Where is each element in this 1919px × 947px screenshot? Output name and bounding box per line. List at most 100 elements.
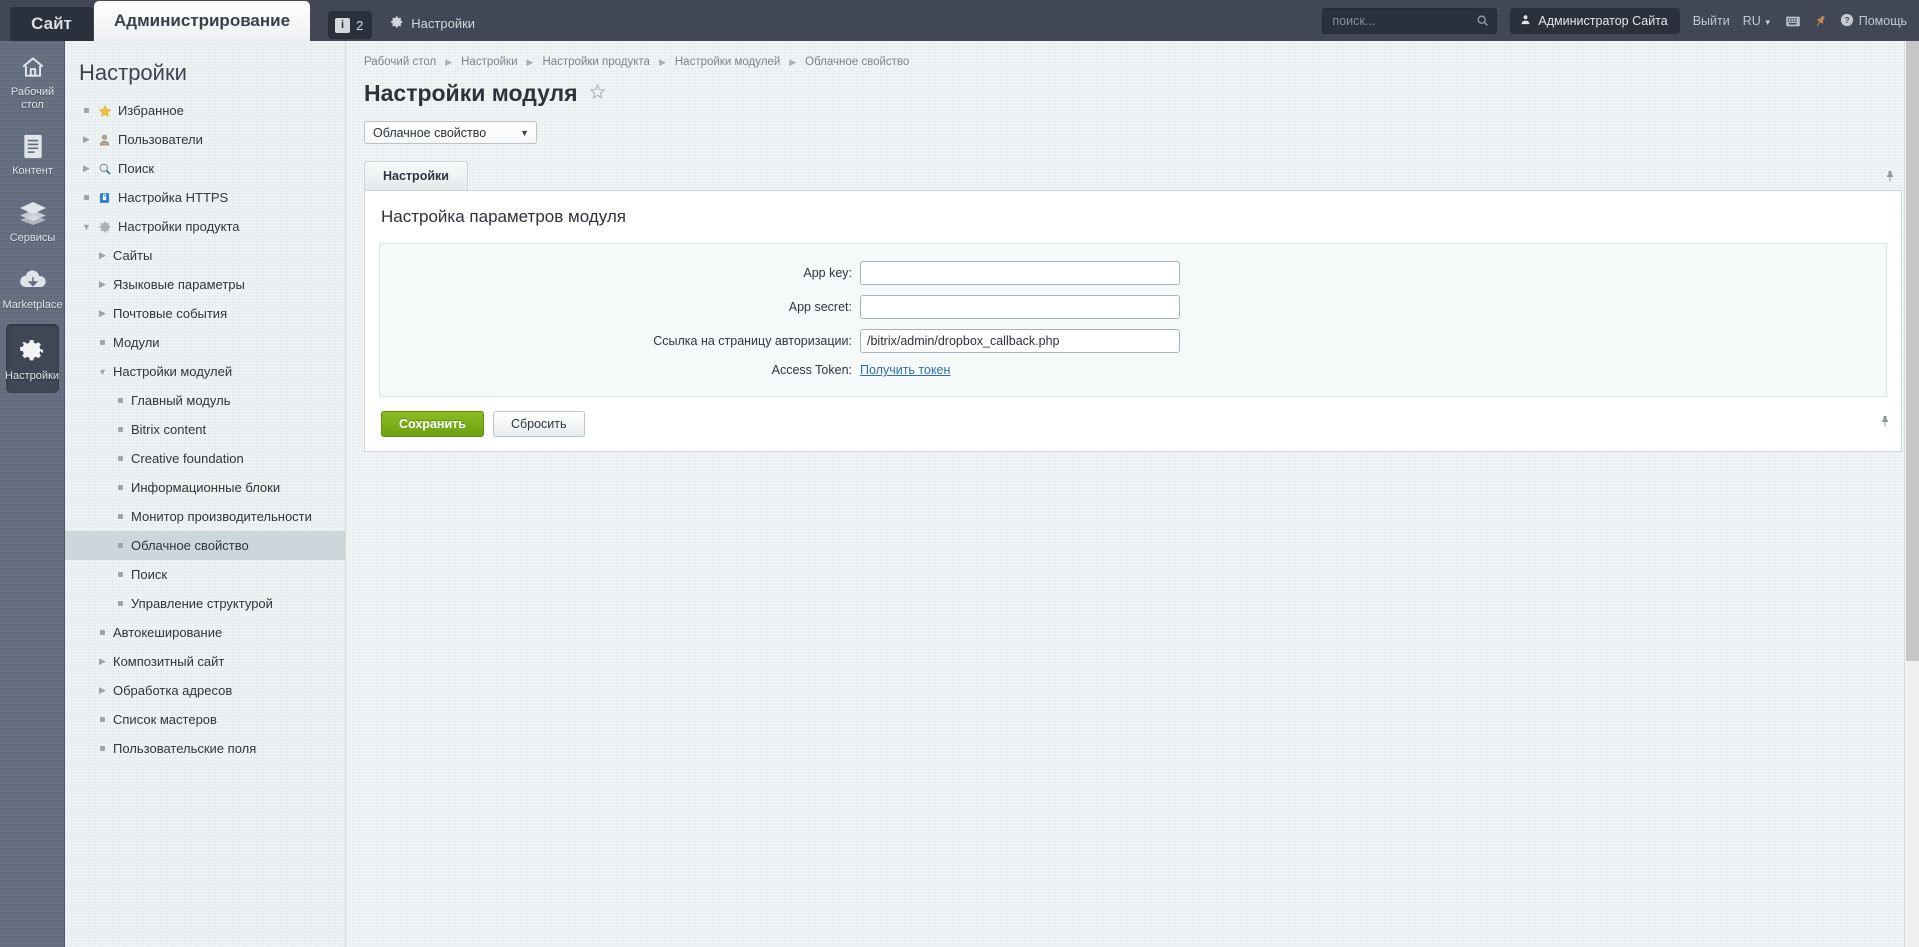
top-bar: Сайт Администрирование i 2 Настройки пои… <box>0 0 1919 41</box>
menu-item[interactable]: Управление структурой <box>65 589 345 618</box>
menu-item[interactable]: ▼ Настройки модулей <box>65 357 345 386</box>
breadcrumb-item[interactable]: Настройки продукта <box>542 56 650 68</box>
field-input-app-secret[interactable] <box>860 295 1180 319</box>
field-input-app-key[interactable] <box>860 261 1180 285</box>
save-button[interactable]: Сохранить <box>381 411 484 437</box>
chevron-right-icon[interactable]: ▶ <box>95 250 110 261</box>
search-input[interactable] <box>1323 9 1497 33</box>
chevron-right-icon[interactable]: ▶ <box>95 279 110 290</box>
pin-icon[interactable] <box>1884 169 1896 186</box>
menu-item[interactable]: Автокеширование <box>65 618 345 647</box>
chevron-right-icon[interactable]: ▶ <box>79 134 94 145</box>
breadcrumb-item[interactable]: Рабочий стол <box>364 56 436 68</box>
menu-item-label: Bitrix content <box>131 422 207 437</box>
lock-icon <box>94 191 115 205</box>
form-row-app-key: App key: <box>380 261 1886 285</box>
menu-item[interactable]: Список мастеров <box>65 705 345 734</box>
breadcrumb-item[interactable]: Настройки модулей <box>675 56 780 68</box>
menu-item[interactable]: ▶ Почтовые события <box>65 299 345 328</box>
menu-item-label: Поиск <box>131 567 168 582</box>
bullet-icon <box>113 456 128 461</box>
settings-menu-panel: Настройки Избранное ▶ Пользователи ▶ Поиск На… <box>65 41 346 947</box>
pin-icon[interactable] <box>1879 414 1891 431</box>
menu-item-label: Избранное <box>118 103 184 118</box>
rail-label: Настройки <box>5 370 59 383</box>
breadcrumb-item[interactable]: Настройки <box>461 56 517 68</box>
page-scrollbar[interactable] <box>1904 41 1919 947</box>
tab-administration[interactable]: Администрирование <box>94 1 311 41</box>
field-input-auth-page-url[interactable] <box>860 329 1180 353</box>
chevron-down-icon[interactable]: ▼ <box>95 367 110 377</box>
rail-label: Контент <box>12 165 53 178</box>
fields-container: App key: App secret: Ссылка на страницу ав… <box>379 243 1887 397</box>
chevron-right-icon[interactable]: ▶ <box>95 656 110 667</box>
chevron-down-icon[interactable]: ▼ <box>79 222 94 232</box>
chevron-right-icon[interactable]: ▶ <box>79 163 94 174</box>
pin-icon[interactable] <box>1814 14 1827 28</box>
menu-item[interactable]: ▶ Обработка адресов <box>65 676 345 705</box>
help-label: Помощь <box>1858 14 1907 28</box>
field-label-access-token: Access Token: <box>771 363 852 377</box>
rail-label: Marketplace <box>2 298 63 311</box>
rail-item-content[interactable]: Контент <box>0 120 65 187</box>
breadcrumb-separator: ▶ <box>789 56 797 67</box>
menu-item[interactable]: Модули <box>65 328 345 357</box>
svg-text:?: ? <box>1844 15 1849 24</box>
logout-link[interactable]: Выйти <box>1693 14 1730 28</box>
menu-item[interactable]: Монитор производительности <box>65 502 345 531</box>
button-bar: Сохранить Сбросить <box>365 397 1901 451</box>
help-link[interactable]: ? Помощь <box>1840 13 1907 30</box>
star-icon <box>94 104 115 118</box>
reset-button[interactable]: Сбросить <box>492 411 585 437</box>
menu-item[interactable]: Информационные блоки <box>65 473 345 502</box>
menu-item[interactable]: ▼ Настройки продукта <box>65 212 345 241</box>
menu-item[interactable]: Bitrix content <box>65 415 345 444</box>
bullet-icon <box>113 485 128 490</box>
menu-item[interactable]: Облачное свойство <box>65 531 345 560</box>
menu-item[interactable]: Настройка HTTPS <box>65 183 345 212</box>
user-menu-button[interactable]: Администратор Сайта <box>1510 8 1680 34</box>
chevron-right-icon[interactable]: ▶ <box>95 308 110 319</box>
user-icon <box>1520 13 1531 29</box>
bullet-icon <box>113 543 128 548</box>
menu-item[interactable]: Главный модуль <box>65 386 345 415</box>
keyboard-icon[interactable] <box>1785 15 1801 28</box>
tab-settings[interactable]: Настройки <box>364 161 468 190</box>
field-label-app-key: App key: <box>803 266 852 280</box>
menu-item[interactable]: ▶ Композитный сайт <box>65 647 345 676</box>
menu-item-label: Почтовые события <box>113 306 228 321</box>
menu-item-label: Настройки модулей <box>113 364 233 379</box>
chevron-right-icon[interactable]: ▶ <box>95 685 110 696</box>
menu-item[interactable]: ▶ Пользователи <box>65 125 345 154</box>
notifications-badge[interactable]: i 2 <box>328 11 373 39</box>
scrollbar-thumb[interactable] <box>1906 41 1919 661</box>
topbar-settings-link[interactable]: Настройки <box>390 15 475 32</box>
search-box[interactable] <box>1322 8 1498 34</box>
menu-item[interactable]: ▶ Сайты <box>65 241 345 270</box>
gear-icon <box>94 220 115 234</box>
rail-item-desktop[interactable]: Рабочий стол <box>0 41 65 120</box>
menu-item[interactable]: ▶ Поиск <box>65 154 345 183</box>
bullet-icon <box>113 601 128 606</box>
module-select[interactable]: Облачное свойство ▼ <box>364 121 537 144</box>
bullet-icon <box>95 340 110 345</box>
main-content: Рабочий стол ▶ Настройки ▶ Настройки продукт… <box>347 41 1919 947</box>
rail-item-services[interactable]: Сервисы <box>0 187 65 254</box>
menu-item[interactable]: Поиск <box>65 560 345 589</box>
search-icon[interactable] <box>1476 14 1489 30</box>
cloud-download-icon <box>18 265 48 295</box>
panel-title: Настройка параметров модуля <box>381 207 626 226</box>
star-outline-icon[interactable] <box>588 83 606 105</box>
rail-item-marketplace[interactable]: Marketplace <box>0 254 65 321</box>
rail-item-settings[interactable]: Настройки <box>5 324 59 393</box>
menu-item[interactable]: Пользовательские поля <box>65 734 345 763</box>
language-switcher[interactable]: RU ▼ <box>1743 14 1772 28</box>
menu-item-label: Облачное свойство <box>131 538 249 553</box>
menu-item[interactable]: Creative foundation <box>65 444 345 473</box>
bullet-icon <box>79 195 94 200</box>
menu-item[interactable]: Избранное <box>65 96 345 125</box>
menu-item-label: Монитор производительности <box>131 509 312 524</box>
menu-item[interactable]: ▶ Языковые параметры <box>65 270 345 299</box>
tab-site[interactable]: Сайт <box>10 7 93 41</box>
field-link-access-token[interactable]: Получить токен <box>860 363 950 377</box>
